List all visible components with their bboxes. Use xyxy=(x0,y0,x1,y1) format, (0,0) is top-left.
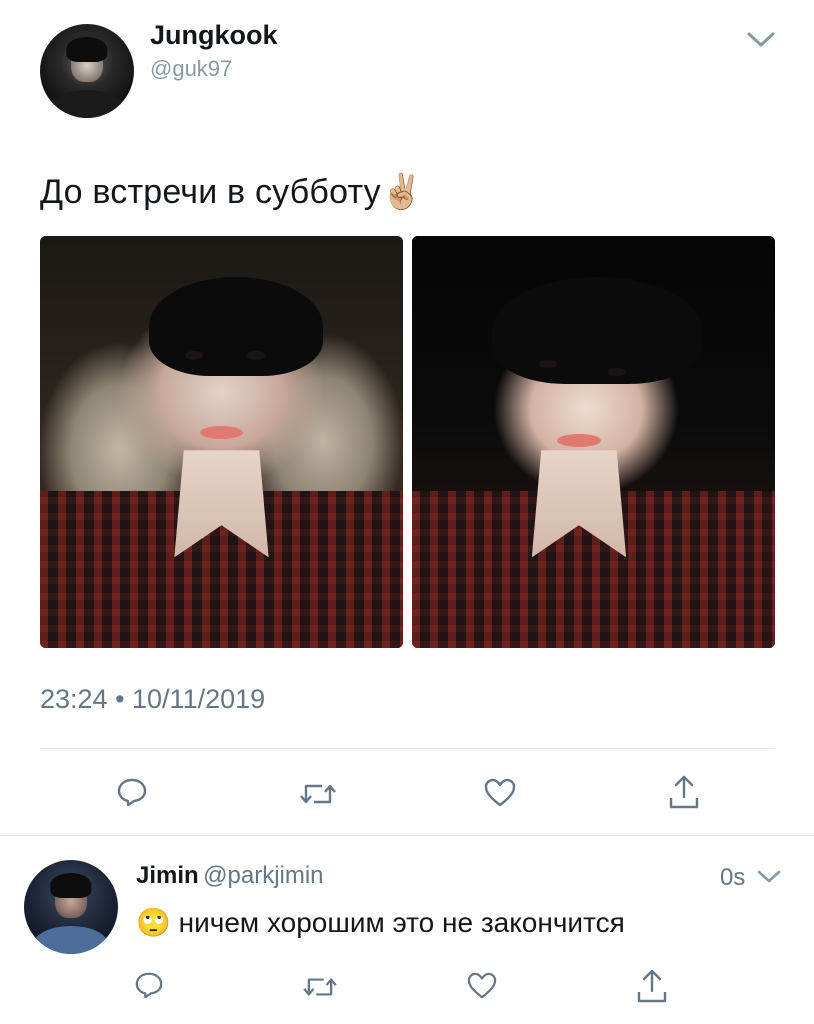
chevron-down-icon[interactable] xyxy=(744,28,778,52)
tweet-text: До встречи в субботу✌🏼 xyxy=(40,172,423,212)
tweet-photo-2[interactable] xyxy=(412,236,775,648)
like-icon[interactable] xyxy=(480,774,520,812)
reply-chevron-down-icon[interactable] xyxy=(754,864,784,890)
reply-header: Jimin @parkjimin xyxy=(136,862,324,890)
section-divider xyxy=(0,835,814,836)
eye-roll-emoji: 🙄 xyxy=(136,907,171,938)
share-icon[interactable] xyxy=(664,770,704,814)
reply-time[interactable]: 0s xyxy=(720,864,745,892)
reply-icon[interactable] xyxy=(112,772,152,812)
author-name[interactable]: Jungkook xyxy=(150,20,278,51)
author-avatar[interactable] xyxy=(40,24,134,118)
reply-retweet-icon[interactable] xyxy=(298,968,342,1006)
reply-share-icon[interactable] xyxy=(632,964,672,1008)
tweet-timestamp[interactable]: 23:24 • 10/11/2019 xyxy=(40,684,265,715)
reply-text-body: ничем хорошим это не закончится xyxy=(178,907,625,938)
victory-hand-emoji: ✌🏼 xyxy=(380,173,424,211)
author-handle[interactable]: @guk97 xyxy=(150,56,232,82)
reply-reply-icon[interactable] xyxy=(130,966,168,1004)
reply-author-name[interactable]: Jimin xyxy=(136,862,199,889)
reply-like-icon[interactable] xyxy=(462,968,502,1004)
tweet-photo-1[interactable] xyxy=(40,236,403,648)
tweet-divider xyxy=(40,748,775,749)
reply-author-handle[interactable]: @parkjimin xyxy=(203,862,323,889)
reply-author-avatar[interactable] xyxy=(24,860,118,954)
tweet-text-body: До встречи в субботу xyxy=(40,173,381,211)
retweet-icon[interactable] xyxy=(296,774,340,814)
reply-text: 🙄 ничем хорошим это не закончится xyxy=(136,906,625,939)
